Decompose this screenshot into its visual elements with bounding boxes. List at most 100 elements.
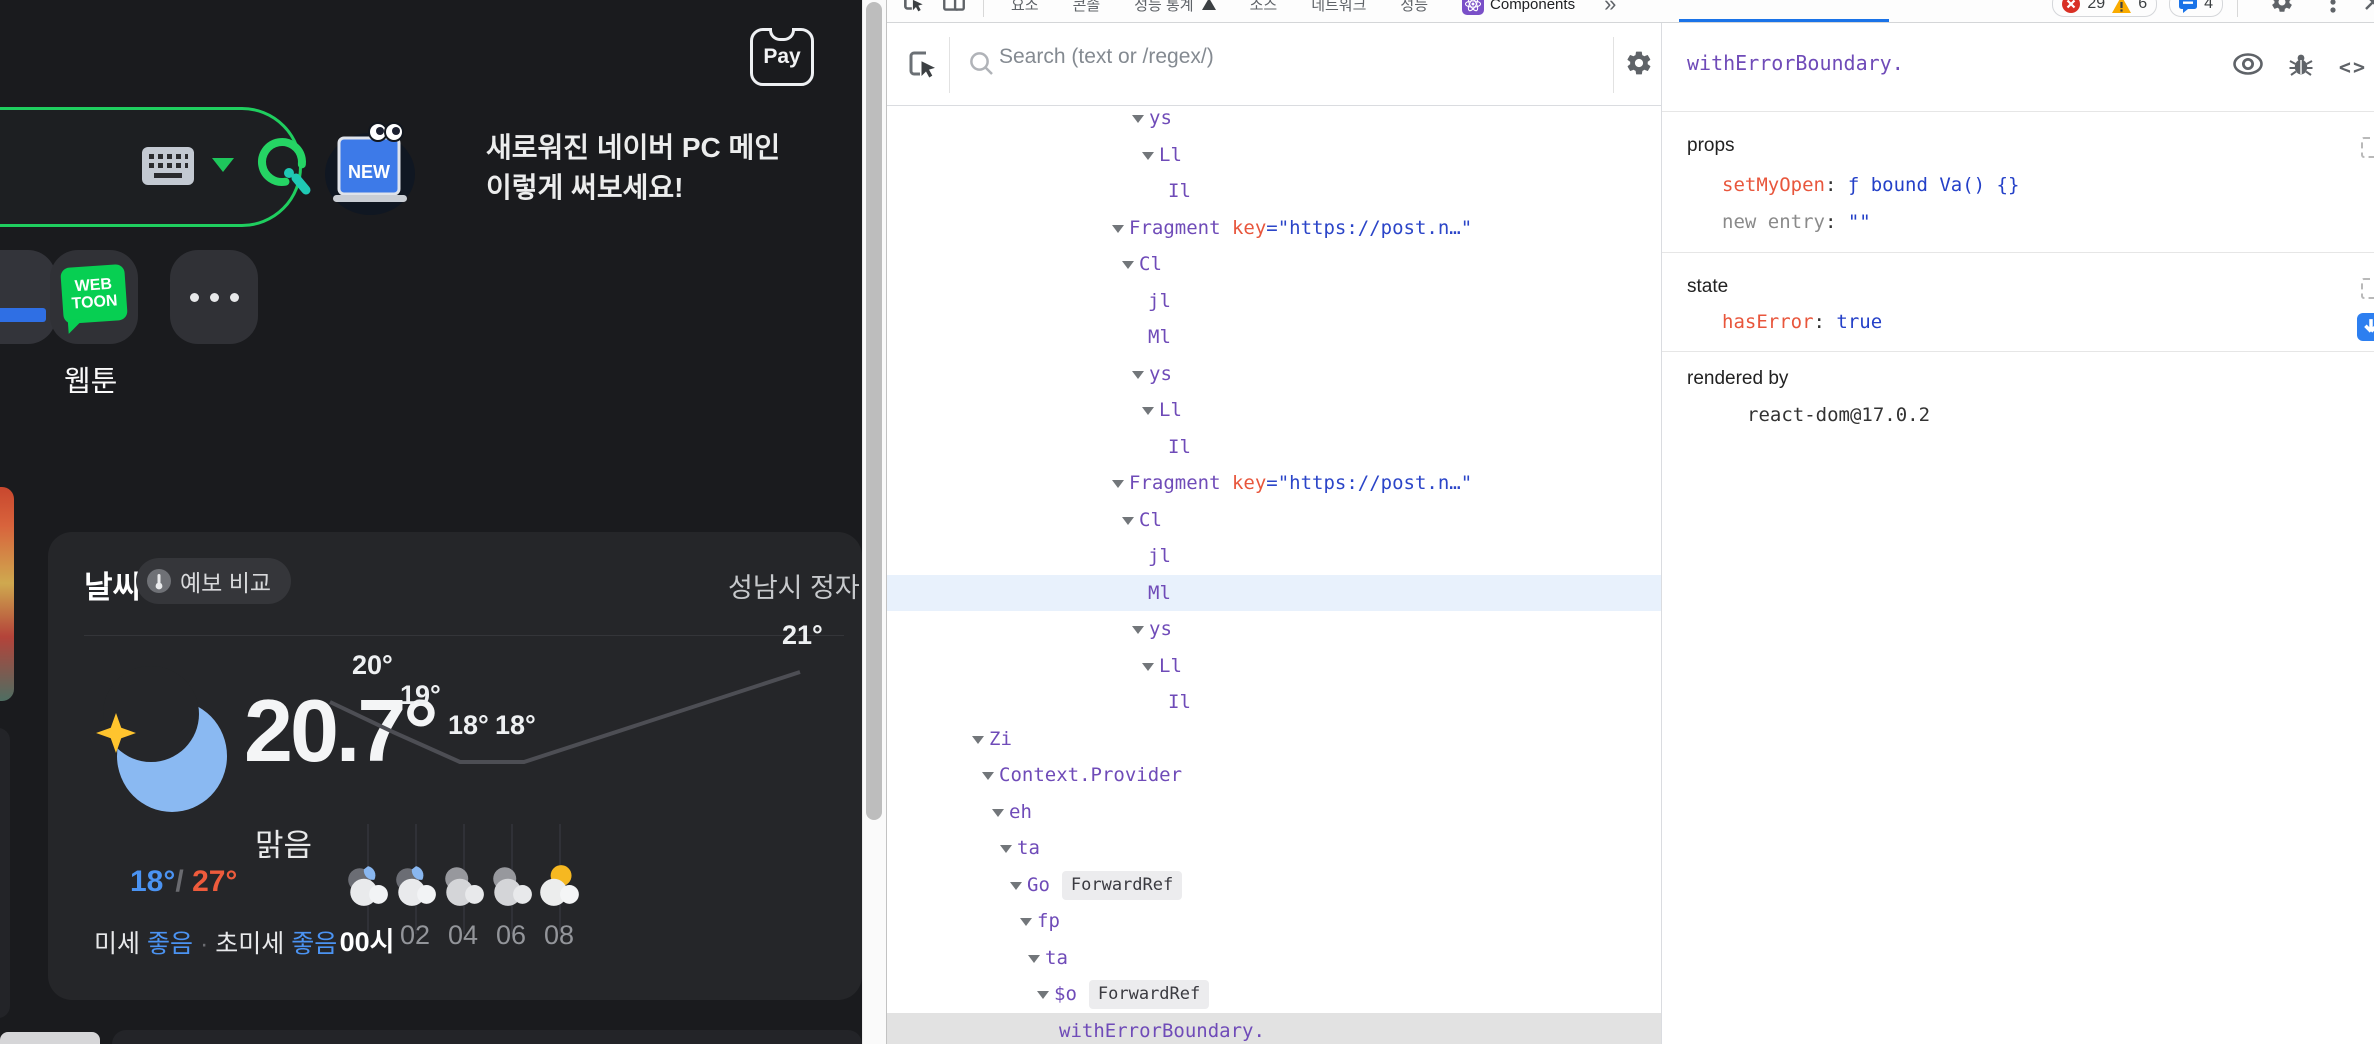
shortcut-webtoon[interactable]: WEB TOON <box>50 250 138 344</box>
tree-row-Ml[interactable]: Ml <box>887 319 1661 355</box>
tree-row-jl[interactable]: jl <box>887 283 1661 319</box>
view-source-code-icon[interactable]: <> <box>2339 55 2367 79</box>
tree-row-ys[interactable]: ys <box>887 611 1661 647</box>
tree-row-eh[interactable]: eh <box>887 794 1661 830</box>
tree-row-withErrorBoundary[interactable]: withErrorBoundary. <box>887 1013 1661 1044</box>
inspect-element-icon[interactable] <box>901 0 927 20</box>
promo-line2: 이렇게 써보세요! <box>486 168 780 208</box>
kv-value[interactable]: ƒ bound Va() {} <box>1848 174 2020 196</box>
expand-arrow-icon[interactable] <box>1010 882 1022 890</box>
expand-arrow-icon[interactable] <box>1028 955 1040 963</box>
settings-gear-icon[interactable] <box>2270 0 2294 19</box>
tree-row-ta[interactable]: ta <box>887 830 1661 866</box>
forwardref-badge: ForwardRef <box>1062 871 1182 900</box>
kv-key: new entry <box>1722 211 1825 233</box>
component-name: ta <box>1045 947 1068 969</box>
tree-row-o[interactable]: $oForwardRef <box>887 976 1661 1012</box>
tree-row-Fragment[interactable]: Fragment key="https://post.n…" <box>887 210 1661 246</box>
messages-badge-group[interactable]: 4 <box>2169 0 2223 17</box>
forwardref-badge: ForwardRef <box>1089 980 1209 1009</box>
tab-network[interactable]: 네트워크 <box>1294 0 1383 23</box>
tree-row-Ll[interactable]: Ll <box>887 648 1661 684</box>
promo-headline[interactable]: 새로워진 네이버 PC 메인 이렇게 써보세요! <box>486 128 780 208</box>
left-photo-card[interactable] <box>0 487 14 701</box>
copy-props-icon[interactable] <box>2361 137 2374 158</box>
issues-badge-group[interactable]: 29 6 <box>2052 0 2157 17</box>
tab-performance-insights[interactable]: 성능 통계 <box>1117 0 1232 23</box>
tree-search-input[interactable]: Search (text or /regex/) <box>999 45 1214 69</box>
tree-row-Ll[interactable]: Ll <box>887 137 1661 173</box>
tree-row-ys[interactable]: ys <box>887 106 1661 136</box>
webtoon-label[interactable]: 웹툰 <box>64 358 117 400</box>
shortcut-more-button[interactable] <box>170 250 258 344</box>
tree-row-Cl[interactable]: Cl <box>887 246 1661 282</box>
parse-value-button[interactable] <box>2357 313 2374 341</box>
shortcut-tile-cut[interactable] <box>0 250 56 344</box>
page-scrollbar[interactable] <box>862 0 887 1044</box>
kv-value[interactable]: true <box>1836 311 1882 333</box>
tree-row-Il[interactable]: Il <box>887 429 1661 465</box>
expand-arrow-icon[interactable] <box>1112 480 1124 488</box>
expand-arrow-icon[interactable] <box>1020 918 1032 926</box>
rendered-by-value[interactable]: react-dom@17.0.2 <box>1747 404 1930 426</box>
component-name: eh <box>1009 801 1032 823</box>
tree-row-jl[interactable]: jl <box>887 538 1661 574</box>
tree-row-Cl[interactable]: Cl <box>887 502 1661 538</box>
tree-row-fp[interactable]: fp <box>887 903 1661 939</box>
expand-arrow-icon[interactable] <box>972 736 984 744</box>
tree-row-Ml[interactable]: Ml <box>887 575 1661 611</box>
tab-performance[interactable]: 성능 <box>1383 0 1445 23</box>
kv-row-hasError[interactable]: hasError: true <box>1722 311 1882 333</box>
expand-arrow-icon[interactable] <box>1142 663 1154 671</box>
expand-arrow-icon[interactable] <box>1132 115 1144 123</box>
kv-row-newentry[interactable]: new entry: "" <box>1722 211 1871 233</box>
search-magnifier-icon[interactable] <box>256 136 318 205</box>
scrollbar-thumb[interactable] <box>866 2 882 820</box>
expand-arrow-icon[interactable] <box>1000 845 1012 853</box>
expand-arrow-icon[interactable] <box>1132 626 1144 634</box>
keyboard-icon[interactable] <box>142 147 194 190</box>
kv-value[interactable]: "" <box>1848 211 1871 233</box>
tree-row-Ll[interactable]: Ll <box>887 392 1661 428</box>
component-name: Context.Provider <box>999 764 1182 786</box>
left-dark-card[interactable] <box>0 728 10 1018</box>
select-element-icon[interactable] <box>905 47 941 88</box>
tree-row-Il[interactable]: Il <box>887 173 1661 209</box>
expand-arrow-icon[interactable] <box>1037 991 1049 999</box>
component-tree[interactable]: ysLlIlFragment key="https://post.n…"Cljl… <box>887 106 1661 1044</box>
tab-elements[interactable]: 요소 <box>994 0 1056 23</box>
tree-row-Go[interactable]: GoForwardRef <box>887 867 1661 903</box>
tree-row-Il[interactable]: Il <box>887 684 1661 720</box>
naver-pay-icon[interactable]: Pay <box>750 28 814 86</box>
tree-row-ta[interactable]: ta <box>887 940 1661 976</box>
component-name: Ll <box>1159 144 1182 166</box>
inspector-header: withErrorBoundary. <> <box>1662 23 2374 112</box>
tree-row-Zi[interactable]: Zi <box>887 721 1661 757</box>
kebab-menu-icon[interactable] <box>2330 0 2336 19</box>
expand-arrow-icon[interactable] <box>992 809 1004 817</box>
inspect-dom-eye-icon[interactable] <box>2233 53 2263 80</box>
expand-arrow-icon[interactable] <box>1142 152 1154 160</box>
debug-bug-icon[interactable] <box>2289 51 2313 82</box>
search-dropdown-arrow-icon[interactable] <box>212 158 234 172</box>
expand-arrow-icon[interactable] <box>1122 261 1134 269</box>
copy-state-icon[interactable] <box>2361 278 2374 299</box>
tree-row-Fragment[interactable]: Fragment key="https://post.n…" <box>887 465 1661 501</box>
tab-sources[interactable]: 소스 <box>1233 0 1295 23</box>
expand-arrow-icon[interactable] <box>1122 517 1134 525</box>
more-tabs-chevron[interactable]: » <box>1592 0 1628 17</box>
kv-row-setMyOpen[interactable]: setMyOpen: ƒ bound Va() {} <box>1722 174 2019 196</box>
tree-row-ys[interactable]: ys <box>887 356 1661 392</box>
dust-status[interactable]: 미세 좋음 · 초미세 좋음 <box>94 924 337 960</box>
device-toolbar-icon[interactable] <box>941 0 967 20</box>
expand-arrow-icon[interactable] <box>982 772 994 780</box>
expand-arrow-icon[interactable] <box>1132 371 1144 379</box>
promo-laptop-illustration[interactable]: NEW <box>322 122 418 223</box>
tab-console[interactable]: 콘솔 <box>1056 0 1118 23</box>
tree-row-ContextProvider[interactable]: Context.Provider <box>887 757 1661 793</box>
tab-components[interactable]: Components <box>1445 0 1592 23</box>
components-settings-gear-icon[interactable] <box>1625 49 1653 82</box>
expand-arrow-icon[interactable] <box>1112 225 1124 233</box>
close-devtools-icon[interactable] <box>2362 0 2374 18</box>
expand-arrow-icon[interactable] <box>1142 407 1154 415</box>
